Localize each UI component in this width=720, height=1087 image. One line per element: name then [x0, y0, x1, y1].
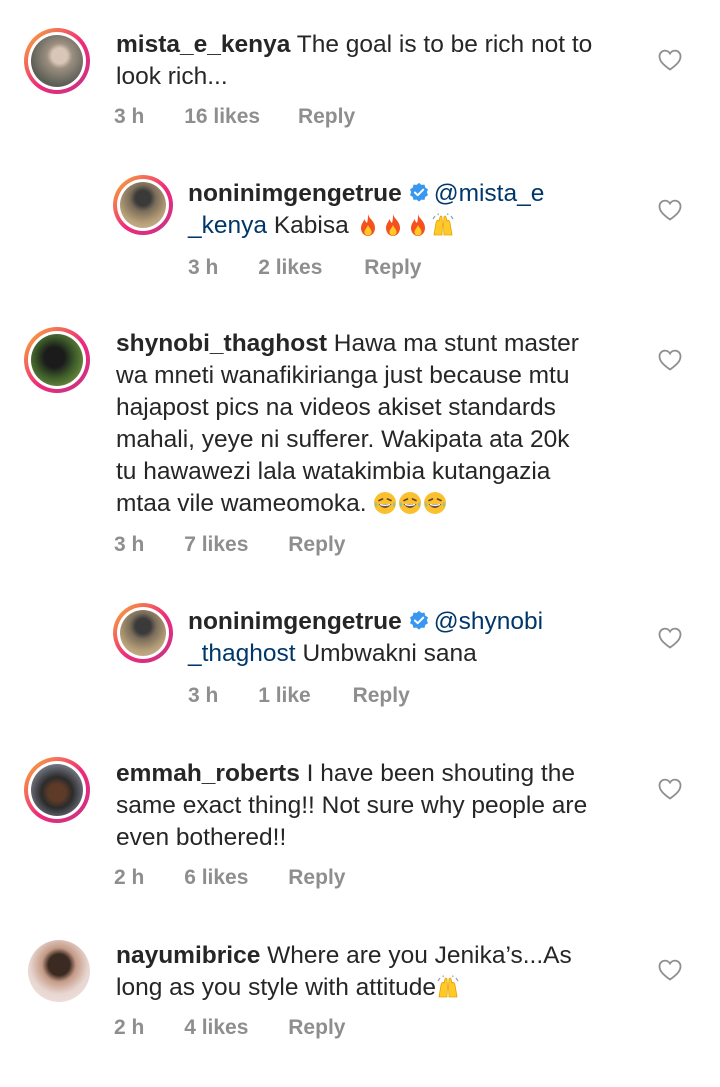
comment-time: 3 h — [114, 105, 145, 128]
verified-badge-icon — [408, 610, 430, 632]
mention-link[interactable]: @shynobi — [434, 608, 543, 635]
comment-text: nayumibrice Where are you Jenika’s...As … — [116, 940, 572, 1004]
comment-text: shynobi_thaghost Hawa ma stunt master wa… — [116, 328, 579, 520]
heart-outline-icon[interactable] — [658, 199, 682, 221]
comment-time: 3 h — [114, 533, 145, 556]
raised-hands-emoji-icon — [431, 213, 455, 237]
fire-emoji-icon — [356, 213, 380, 237]
comment-likes[interactable]: 6 likes — [184, 866, 248, 890]
tears-of-joy-emoji-icon — [398, 491, 422, 515]
comment-body: mahali, yeye ni sufferer. Wakipata ata 2… — [116, 426, 570, 453]
fire-emoji-icon — [381, 213, 405, 237]
reply-button[interactable]: Reply — [288, 866, 345, 890]
heart-outline-icon[interactable] — [658, 349, 682, 371]
comment-likes[interactable]: 7 likes — [184, 533, 248, 557]
comment-meta: 2 h 4 likes Reply — [114, 1016, 345, 1040]
comment-text: emmah_roberts I have been shouting the s… — [116, 758, 587, 854]
raised-hands-emoji-icon — [436, 975, 460, 999]
comment-time: 3 h — [188, 256, 219, 279]
reply-button[interactable]: Reply — [288, 1016, 345, 1040]
heart-outline-icon[interactable] — [658, 959, 682, 981]
heart-outline-icon[interactable] — [658, 778, 682, 800]
tears-of-joy-emoji-icon — [373, 491, 397, 515]
comment-meta: 3 h 1 like Reply — [188, 684, 410, 708]
fire-emoji-icon — [406, 213, 430, 237]
comment-body: long as you style with attitude — [116, 974, 437, 1001]
comment-body: look rich... — [116, 63, 228, 90]
comment-text: mista_e_kenya The goal is to be rich not… — [116, 29, 592, 93]
comment-time: 2 h — [114, 1016, 145, 1039]
comment-meta: 2 h 6 likes Reply — [114, 866, 345, 890]
comment-username[interactable]: noninimgengetrue — [188, 608, 402, 635]
comment-username[interactable]: noninimgengetrue — [188, 180, 402, 207]
comment-meta: 3 h 2 likes Reply — [188, 256, 421, 280]
comment-time: 3 h — [188, 684, 219, 707]
comment-text: noninimgengetrue @shynobi _thaghost Umbwa… — [188, 606, 543, 670]
comment-meta: 3 h 16 likes Reply — [114, 105, 355, 129]
verified-badge-icon — [408, 182, 430, 204]
comment-body: same exact thing!! Not sure why people a… — [116, 792, 588, 819]
comment-likes[interactable]: 16 likes — [184, 105, 260, 129]
comment-body: The goal is to be rich not to — [296, 31, 593, 58]
comment-body: tu hawawezi lala watakimbia kutangazia — [116, 458, 551, 485]
tears-of-joy-emoji-icon — [423, 491, 447, 515]
comment-likes[interactable]: 2 likes — [258, 256, 322, 280]
comment-body: hajapost pics na videos akiset standards — [116, 394, 556, 421]
comment-body: even bothered!! — [116, 824, 287, 851]
comment-username[interactable]: shynobi_thaghost — [116, 330, 327, 357]
comment-username[interactable]: emmah_roberts — [116, 760, 300, 787]
avatar[interactable] — [113, 603, 173, 663]
reply-button[interactable]: Reply — [288, 533, 345, 557]
comment-time: 2 h — [114, 866, 145, 889]
comment-body: Umbwakni sana — [302, 640, 477, 667]
avatar[interactable] — [24, 327, 90, 393]
comment-body: mtaa vile wameomoka. — [116, 490, 367, 517]
heart-outline-icon[interactable] — [658, 627, 682, 649]
comment-body: I have been shouting the — [306, 760, 575, 787]
avatar[interactable] — [24, 28, 90, 94]
mention-link[interactable]: _thaghost — [188, 640, 296, 667]
reply-button[interactable]: Reply — [298, 105, 355, 129]
avatar[interactable] — [24, 757, 90, 823]
reply-button[interactable]: Reply — [353, 684, 410, 708]
comment-body: Kabisa — [273, 212, 349, 239]
comment-body: wa mneti wanafikirianga just because mtu — [116, 362, 570, 389]
comment-text: noninimgengetrue @mista_e _kenya Kabisa — [188, 178, 544, 242]
mention-link[interactable]: @mista_e — [434, 180, 545, 207]
comment-body: Where are you Jenika’s...As — [267, 942, 572, 969]
avatar[interactable] — [28, 940, 90, 1002]
comment-likes[interactable]: 1 like — [258, 684, 311, 708]
comment-likes[interactable]: 4 likes — [184, 1016, 248, 1040]
comment-username[interactable]: mista_e_kenya — [116, 31, 290, 58]
mention-link[interactable]: _kenya — [188, 212, 267, 239]
comment-username[interactable]: nayumibrice — [116, 942, 260, 969]
comment-meta: 3 h 7 likes Reply — [114, 533, 345, 557]
comment-body: Hawa ma stunt master — [333, 330, 579, 357]
reply-button[interactable]: Reply — [364, 256, 421, 280]
avatar[interactable] — [113, 175, 173, 235]
heart-outline-icon[interactable] — [658, 49, 682, 71]
